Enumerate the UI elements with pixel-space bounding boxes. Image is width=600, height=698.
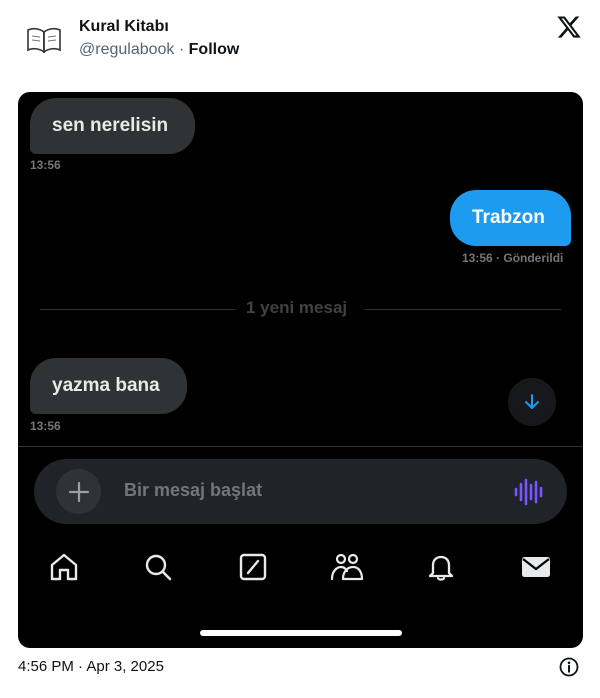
author-line: @regulabook · Follow — [79, 41, 239, 59]
tweet-timestamp[interactable]: 4:56 PM · Apr 3, 2025 — [18, 658, 164, 675]
message-input[interactable]: Bir mesaj başlat — [124, 480, 262, 501]
author-name[interactable]: Kural Kitabı — [79, 18, 169, 36]
x-logo-icon[interactable] — [556, 14, 582, 40]
handle-separator: · — [174, 41, 189, 58]
avatar[interactable] — [22, 18, 66, 62]
tweet-header: Kural Kitabı @regulabook · Follow — [0, 0, 600, 90]
message-bubble-sent[interactable]: Trabzon — [450, 190, 571, 246]
divider-line-right — [365, 309, 561, 310]
new-messages-divider: 1 yeni mesaj — [246, 298, 348, 317]
messages-icon[interactable] — [519, 550, 553, 584]
author-handle[interactable]: @regulabook — [79, 41, 174, 58]
bottom-tab-bar — [18, 550, 583, 590]
communities-icon[interactable] — [330, 550, 364, 584]
scroll-to-bottom-button[interactable] — [508, 378, 556, 426]
message-status: 13:56 · Gönderildi — [462, 251, 564, 265]
message-composer[interactable]: Bir mesaj başlat — [34, 459, 567, 524]
home-indicator — [200, 630, 402, 636]
home-icon[interactable] — [47, 550, 81, 584]
message-bubble-received[interactable]: sen nerelisin — [30, 98, 195, 154]
divider-line-left — [40, 309, 235, 310]
plus-icon — [68, 481, 89, 502]
add-attachment-button[interactable] — [56, 469, 101, 514]
arrow-down-icon — [525, 394, 539, 409]
info-icon[interactable] — [559, 657, 579, 677]
chat-screenshot: sen nerelisin 13:56 Trabzon 13:56 · Gönd… — [18, 92, 583, 648]
composer-separator — [18, 446, 583, 447]
message-bubble-received[interactable]: yazma bana — [30, 358, 187, 414]
message-time: 13:56 — [30, 158, 61, 172]
grok-icon[interactable] — [236, 550, 270, 584]
search-icon[interactable] — [141, 550, 175, 584]
message-time: 13:56 — [30, 419, 61, 433]
notifications-icon[interactable] — [424, 550, 458, 584]
voice-message-icon[interactable] — [513, 478, 543, 506]
book-icon — [27, 27, 61, 53]
follow-button[interactable]: Follow — [189, 41, 240, 58]
